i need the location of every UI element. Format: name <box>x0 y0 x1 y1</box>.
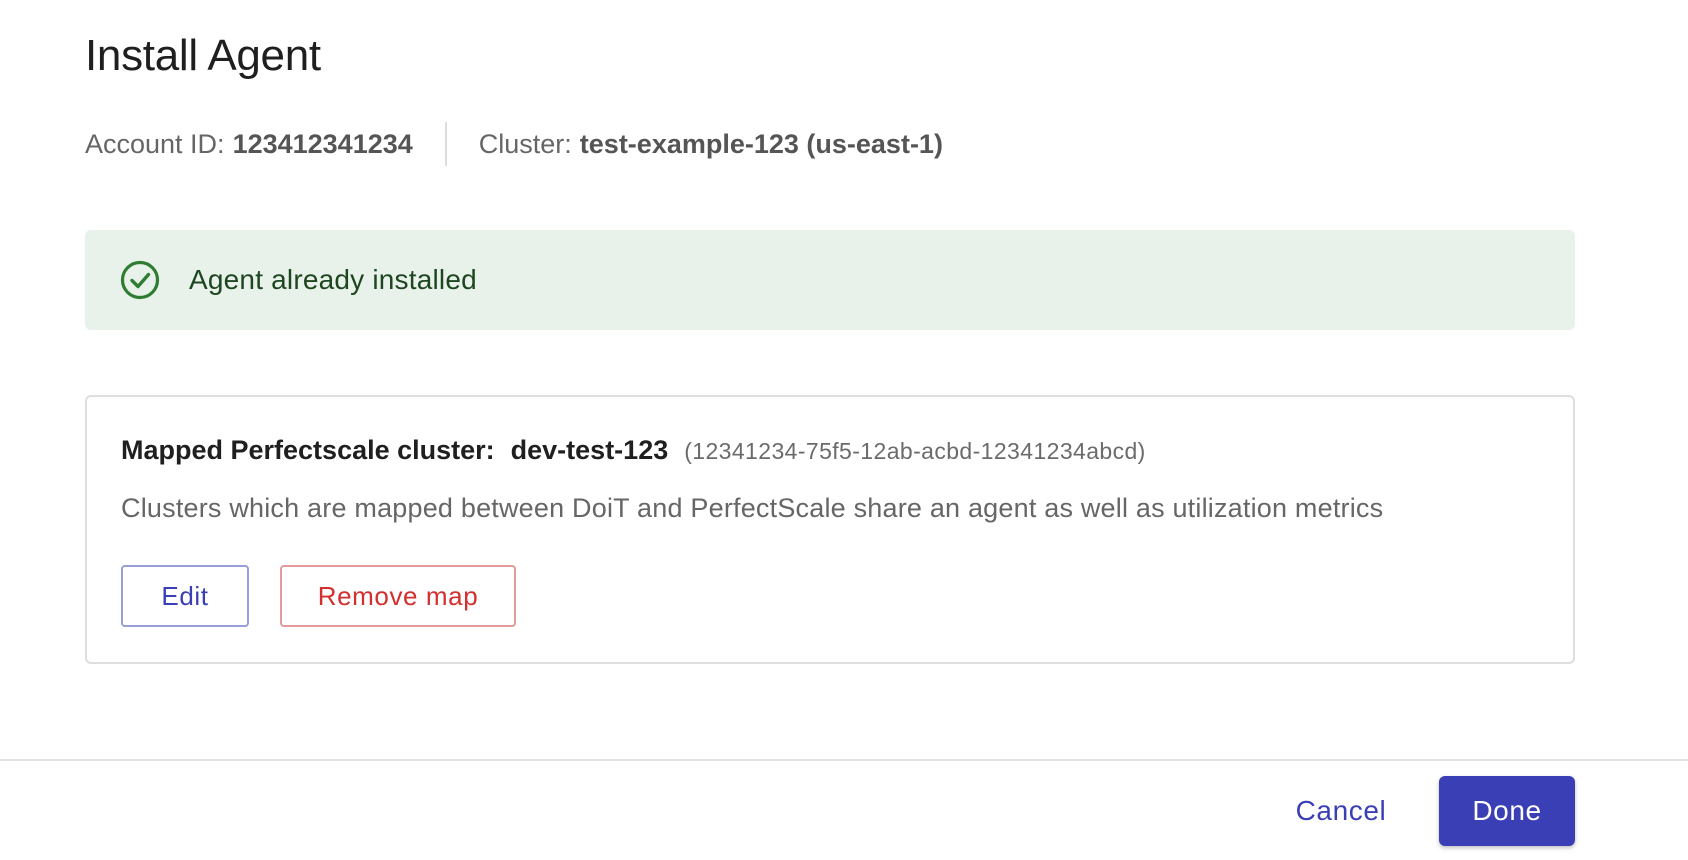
agent-installed-alert: Agent already installed <box>85 230 1575 330</box>
remove-map-button[interactable]: Remove map <box>280 565 516 627</box>
cancel-button[interactable]: Cancel <box>1280 776 1402 846</box>
mapping-description: Clusters which are mapped between DoiT a… <box>121 493 1384 523</box>
cluster-info: Cluster: test-example-123 (us-east-1) <box>479 129 943 160</box>
edit-button[interactable]: Edit <box>121 565 249 627</box>
check-circle-icon <box>119 259 161 301</box>
cluster-meta-row: Account ID: 123412341234 Cluster: test-e… <box>85 120 943 168</box>
meta-divider <box>444 122 447 166</box>
done-button[interactable]: Done <box>1439 776 1575 846</box>
install-agent-dialog: Install Agent Account ID: 123412341234 C… <box>0 0 1688 860</box>
mapped-cluster-name: dev-test-123 <box>510 435 669 465</box>
cluster-label: Cluster: <box>478 128 572 159</box>
cluster-value: test-example-123 (us-east-1) <box>579 128 943 159</box>
account-id-label: Account ID: <box>85 128 225 159</box>
account-id-value: 123412341234 <box>232 128 413 159</box>
dialog-title: Install Agent <box>85 31 321 80</box>
mapped-cluster-id: (12341234-75f5-12ab-acbd-12341234abcd) <box>684 438 1146 464</box>
alert-message: Agent already installed <box>189 264 477 295</box>
account-id: Account ID: 123412341234 <box>85 129 413 160</box>
mapped-cluster-label: Mapped Perfectscale cluster: <box>121 435 495 465</box>
footer-divider <box>0 759 1688 761</box>
mapped-cluster-header: Mapped Perfectscale cluster: dev-test-12… <box>121 435 1146 466</box>
mapped-cluster-card: Mapped Perfectscale cluster: dev-test-12… <box>85 395 1575 664</box>
